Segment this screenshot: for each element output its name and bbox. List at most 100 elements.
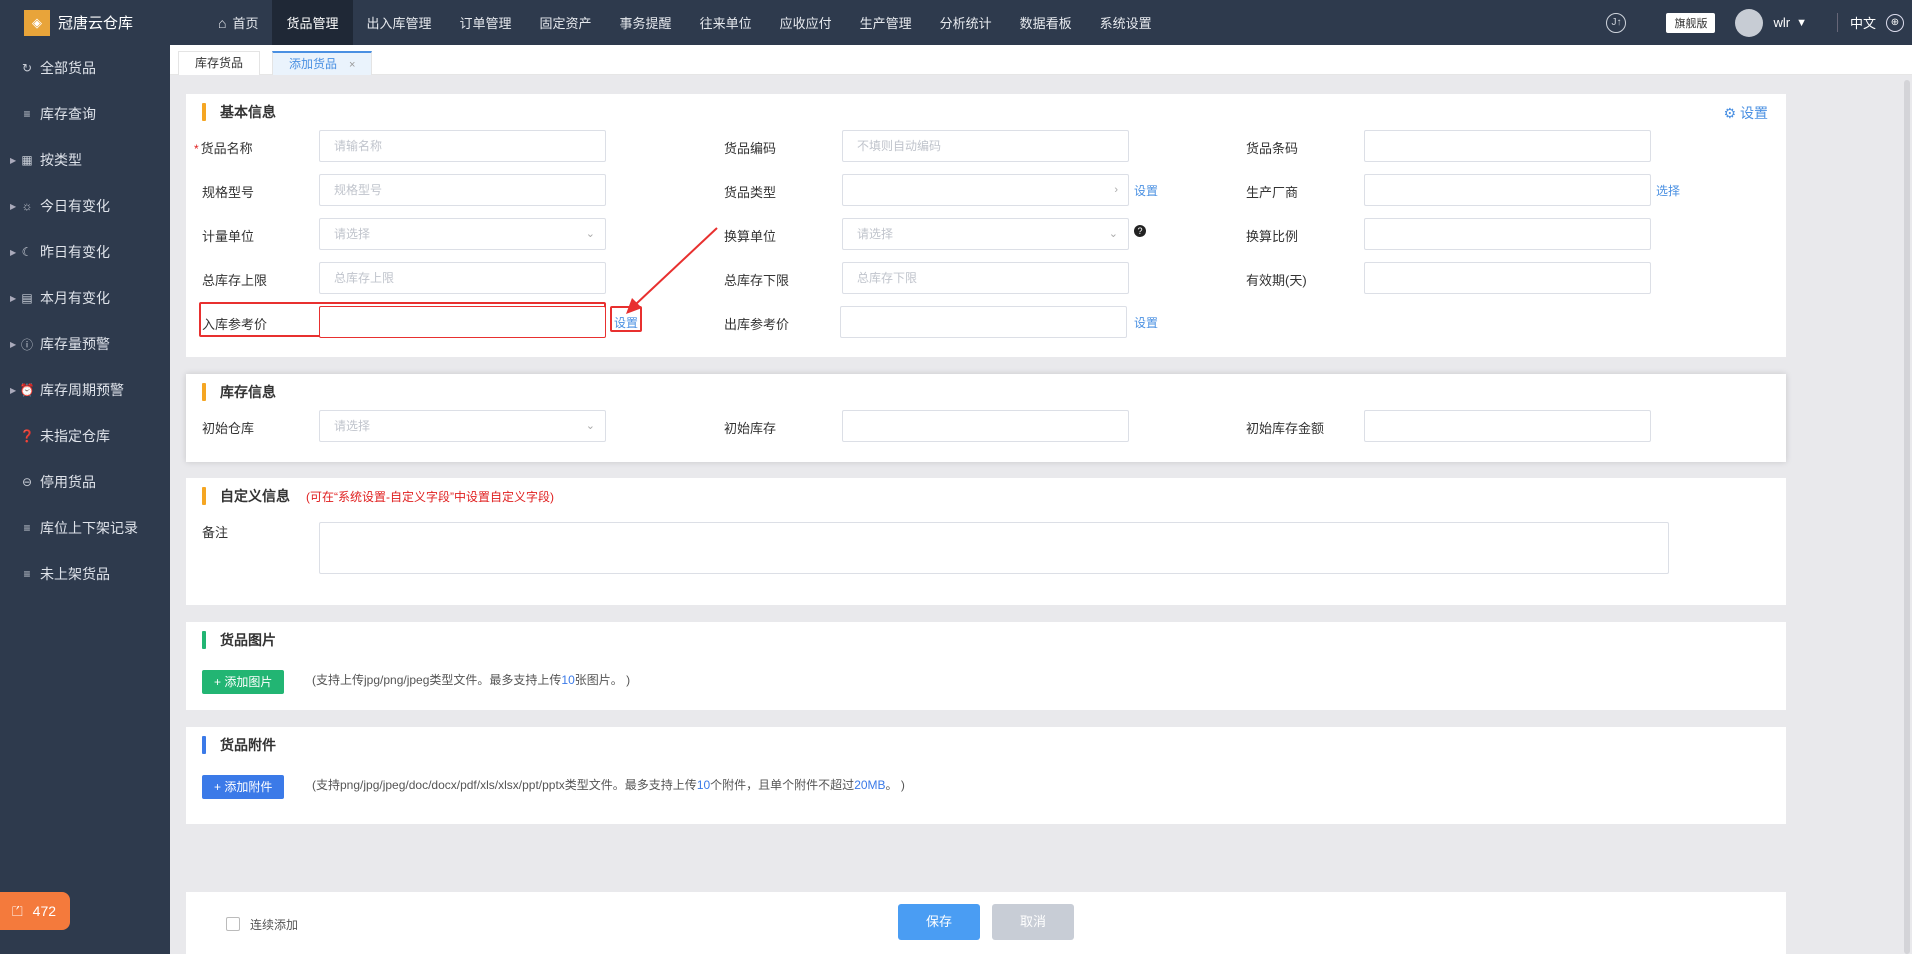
- conv-unit-label: 换算单位: [724, 229, 777, 244]
- top-nav: ⌂ 首页 货品管理 出入库管理 订单管理 固定资产 事务提醒 往来单位 应收应付 …: [170, 0, 1912, 45]
- initial-warehouse-select[interactable]: 请选择 ⌄: [319, 410, 606, 442]
- out-price-settings-link[interactable]: 设置: [1134, 314, 1158, 331]
- initial-amount-input[interactable]: [1364, 410, 1651, 442]
- unit-select[interactable]: 请选择 ⌄: [319, 218, 606, 250]
- code-input[interactable]: 不填则自动编码: [842, 130, 1129, 162]
- code-label: 货品编码: [724, 141, 777, 156]
- username[interactable]: wlr: [1773, 15, 1790, 30]
- add-image-button[interactable]: + 添加图片: [202, 670, 285, 694]
- home-icon: ⌂: [218, 14, 227, 31]
- list-icon: ≡: [23, 107, 31, 121]
- expand-arrow-icon: ▶: [10, 201, 17, 211]
- settings-link[interactable]: ⚙ 设置: [1724, 103, 1768, 123]
- nav-fixed-assets[interactable]: 固定资产: [526, 0, 606, 45]
- name-input[interactable]: 请输名称: [319, 130, 606, 162]
- nav-receivables[interactable]: 应收应付: [766, 0, 846, 45]
- nav-goods-management[interactable]: 货品管理: [272, 0, 353, 45]
- add-attachment-button[interactable]: + 添加附件: [202, 775, 285, 799]
- page-scrollbar[interactable]: [1904, 80, 1910, 954]
- app-logo[interactable]: ◈ 冠唐云仓库: [0, 0, 170, 45]
- goods-images-section: 货品图片 + 添加图片 (支持上传jpg/png/jpeg类型文件。最多支持上传…: [186, 622, 1786, 710]
- caret-down-icon[interactable]: ▼: [1796, 17, 1807, 29]
- scrollbar-thumb[interactable]: [1904, 80, 1910, 954]
- avatar[interactable]: [1735, 8, 1764, 37]
- nav-partners[interactable]: 往来单位: [686, 0, 766, 45]
- sidebar-item-unassigned-warehouse[interactable]: ❓ 未指定仓库: [0, 413, 170, 459]
- edition-badge: 旗舰版: [1666, 12, 1716, 33]
- in-price-label: 入库参考价: [202, 317, 268, 332]
- continuous-add-checkbox[interactable]: [226, 917, 240, 931]
- alert-icon: ⓘ: [20, 337, 33, 352]
- sidebar-item-disabled-goods[interactable]: ⊖ 停用货品: [0, 459, 170, 505]
- save-button[interactable]: 保存: [898, 904, 980, 940]
- list-icon: ≡: [23, 567, 31, 581]
- sidebar-item-stock-query[interactable]: ≡ 库存查询: [0, 91, 170, 137]
- page-tabs: 库存货品 添加货品 ×: [170, 45, 1912, 75]
- tab-stock-goods[interactable]: 库存货品: [178, 51, 261, 75]
- sidebar-item-cycle-warning[interactable]: ▶ ⏰ 库存周期预警: [0, 367, 170, 413]
- expand-arrow-icon: ▶: [10, 247, 17, 257]
- maker-select-link[interactable]: 选择: [1656, 182, 1680, 199]
- language-switch[interactable]: 中文: [1836, 13, 1876, 32]
- remark-textarea[interactable]: [319, 522, 1669, 574]
- goods-attachments-section: 货品附件 + 添加附件 (支持png/jpg/jpeg/doc/docx/pdf…: [186, 727, 1786, 824]
- expiry-input[interactable]: [1364, 262, 1651, 294]
- type-settings-link[interactable]: 设置: [1134, 182, 1158, 199]
- out-price-input[interactable]: [840, 306, 1127, 338]
- chevron-down-icon: ⌄: [585, 420, 595, 432]
- nav-production[interactable]: 生产管理: [846, 0, 926, 45]
- barcode-input[interactable]: [1364, 130, 1651, 162]
- sun-icon: ☼: [21, 199, 33, 213]
- continuous-add-label[interactable]: 连续添加: [250, 916, 298, 933]
- sidebar-item-stock-warning[interactable]: ▶ ⓘ 库存量预警: [0, 321, 170, 367]
- question-icon: ❓: [19, 429, 35, 443]
- min-stock-input[interactable]: 总库存下限: [842, 262, 1129, 294]
- cancel-button[interactable]: 取消: [992, 904, 1074, 940]
- nav-reminders[interactable]: 事务提醒: [606, 0, 686, 45]
- nav-analytics[interactable]: 分析统计: [926, 0, 1006, 45]
- spec-input[interactable]: 规格型号: [319, 174, 606, 206]
- type-label: 货品类型: [724, 185, 777, 200]
- conv-unit-select[interactable]: 请选择 ⌄: [842, 218, 1129, 250]
- minus-circle-icon: ⊖: [21, 475, 33, 489]
- conv-ratio-label: 换算比例: [1246, 229, 1299, 244]
- sidebar-item-all-goods[interactable]: ↻ 全部货品: [0, 45, 170, 91]
- close-icon[interactable]: ×: [349, 59, 355, 71]
- tab-add-goods[interactable]: 添加货品 ×: [272, 51, 373, 75]
- in-price-input[interactable]: [319, 306, 606, 338]
- nav-dashboard[interactable]: 数据看板: [1006, 0, 1086, 45]
- initial-stock-input[interactable]: [842, 410, 1129, 442]
- calendar-icon: ▤: [21, 291, 33, 305]
- nav-order-management[interactable]: 订单管理: [446, 0, 526, 45]
- expand-arrow-icon: ▶: [10, 385, 17, 395]
- plus-icon: +: [214, 675, 222, 689]
- maker-input[interactable]: [1364, 174, 1651, 206]
- sidebar-item-month-changes[interactable]: ▶ ▤ 本月有变化: [0, 275, 170, 321]
- max-stock-input[interactable]: 总库存上限: [319, 262, 606, 294]
- section-title: 库存信息: [202, 382, 276, 402]
- nav-home[interactable]: ⌂ 首页: [204, 0, 272, 45]
- stat-icon[interactable]: J↑: [1606, 12, 1627, 33]
- globe-icon[interactable]: ⊕: [1886, 13, 1904, 32]
- conv-ratio-input[interactable]: [1364, 218, 1651, 250]
- type-select[interactable]: ›: [842, 174, 1129, 206]
- remark-label: 备注: [202, 525, 229, 540]
- sidebar-item-yesterday-changes[interactable]: ▶ ☾ 昨日有变化: [0, 229, 170, 275]
- sidebar-item-today-changes[interactable]: ▶ ☼ 今日有变化: [0, 183, 170, 229]
- sidebar-item-location-records[interactable]: ≡ 库位上下架记录: [0, 505, 170, 551]
- help-icon[interactable]: ?: [1134, 225, 1146, 237]
- notification-badge[interactable]: ⏍ 472: [0, 892, 70, 930]
- form-footer: 连续添加 保存 取消: [186, 892, 1786, 954]
- basic-info-section: 基本信息 ⚙ 设置 * 货品名称 请输名称 货品编码 不填则自动编码 货品条码 规…: [186, 94, 1786, 357]
- expiry-label: 有效期(天): [1246, 273, 1307, 288]
- nav-inout-management[interactable]: 出入库管理: [353, 0, 446, 45]
- sidebar-item-not-shelved[interactable]: ≡ 未上架货品: [0, 551, 170, 597]
- min-stock-label: 总库存下限: [724, 273, 790, 288]
- required-asterisk: *: [194, 142, 199, 156]
- nav-system-settings[interactable]: 系统设置: [1086, 0, 1166, 45]
- initial-amount-label: 初始库存金额: [1246, 421, 1325, 436]
- section-title: 货品图片: [202, 630, 276, 650]
- sidebar-item-by-type[interactable]: ▶ ▦ 按类型: [0, 137, 170, 183]
- alarm-clock-icon: ⏰: [19, 383, 35, 397]
- gift-icon: ⏍: [12, 902, 23, 919]
